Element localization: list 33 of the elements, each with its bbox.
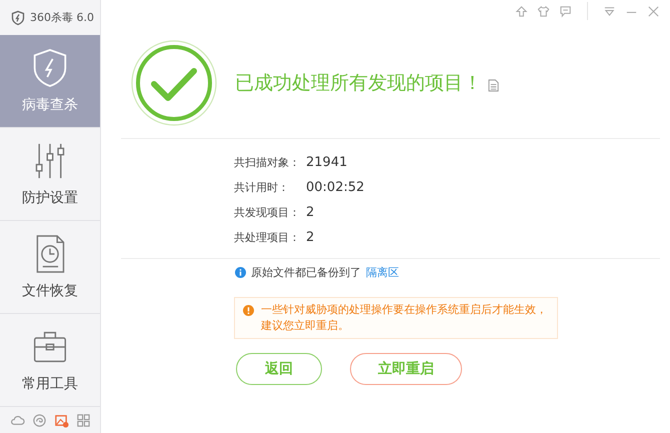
grid-icon[interactable] [76,412,90,428]
result-title: 已成功处理所有发现的项目！ [235,71,482,96]
swirl-icon[interactable] [32,412,46,428]
warning-icon [243,305,254,316]
stat-value: 21941 [306,155,348,170]
restart-button[interactable]: 立即重启 [350,353,462,385]
close-icon[interactable] [647,4,660,18]
message-icon[interactable] [559,4,572,18]
shirt-icon[interactable] [537,4,550,18]
upload-icon[interactable] [515,4,528,18]
sidebar-tab[interactable]: 病毒查杀 [0,35,100,128]
stat-label: 共发现项目： [234,205,301,220]
stat-value: 2 [306,230,314,245]
document-icon[interactable] [488,78,499,92]
sidebar-tab[interactable]: 文件恢复 [0,221,100,314]
shield-logo-icon [10,10,26,26]
info-icon [235,267,246,278]
info-text: 原始文件都已备份到了 [251,265,361,280]
sidebar-tab[interactable]: 常用工具 [0,314,100,407]
back-button[interactable]: 返回 [236,353,322,385]
success-check-icon [130,39,218,127]
stat-value: 00:02:52 [306,180,364,195]
shield-icon [32,48,68,88]
sidebar-tab[interactable]: 防护设置 [0,128,100,221]
stat-label: 共扫描对象： [234,155,301,170]
stat-label: 共计用时： [234,180,290,195]
dropdown-icon[interactable] [603,4,616,18]
stat-label: 共处理项目： [234,230,301,245]
quarantine-link[interactable]: 隔离区 [366,265,399,280]
image-alert-icon[interactable] [54,412,68,428]
stat-value: 2 [306,205,314,220]
warning-text: 一些针对威胁项的处理操作要在操作系统重启后才能生效，建议您立即重启。 [261,302,548,334]
app-title: 360杀毒 6.0 [30,10,94,25]
